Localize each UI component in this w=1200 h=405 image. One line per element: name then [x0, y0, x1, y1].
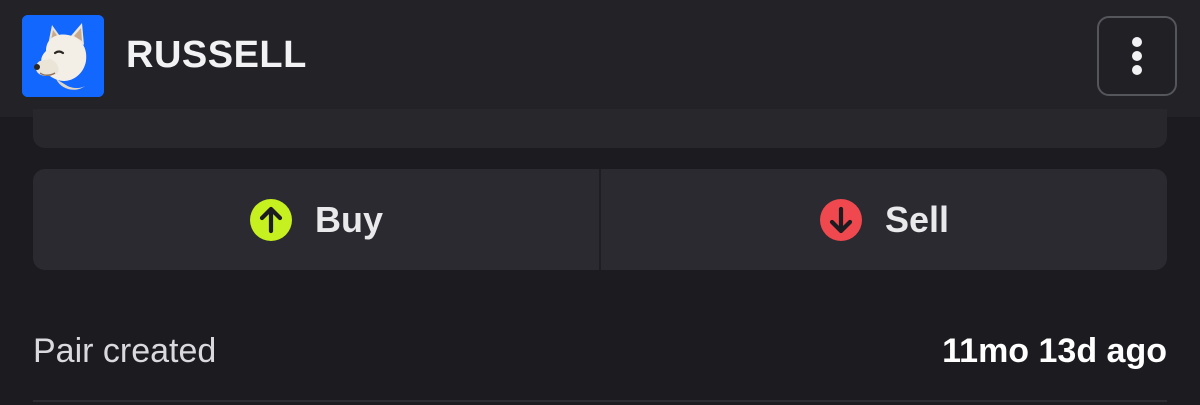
- arrow-up-circle-icon: [249, 198, 292, 241]
- pair-created-row: Pair created 11mo 13d ago: [33, 318, 1167, 384]
- pair-created-value: 11mo 13d ago: [942, 331, 1167, 370]
- token-name: RUSSELL: [126, 34, 307, 76]
- more-options-button[interactable]: [1097, 16, 1177, 96]
- buy-button[interactable]: Buy: [33, 169, 599, 270]
- buy-label: Buy: [314, 198, 383, 240]
- previous-card-bottom: [33, 109, 1167, 148]
- pair-created-label: Pair created: [33, 331, 217, 370]
- row-divider: [33, 400, 1167, 402]
- arrow-down-circle-icon: [819, 198, 862, 241]
- token-logo[interactable]: [22, 15, 104, 97]
- trade-buttons: Buy Sell: [33, 169, 1167, 270]
- vertical-ellipsis-icon: [1132, 37, 1142, 75]
- app-header: RUSSELL: [0, 0, 1200, 117]
- sell-button[interactable]: Sell: [601, 169, 1167, 270]
- sell-label: Sell: [884, 198, 950, 240]
- shiba-dog-logo-icon: [22, 15, 104, 97]
